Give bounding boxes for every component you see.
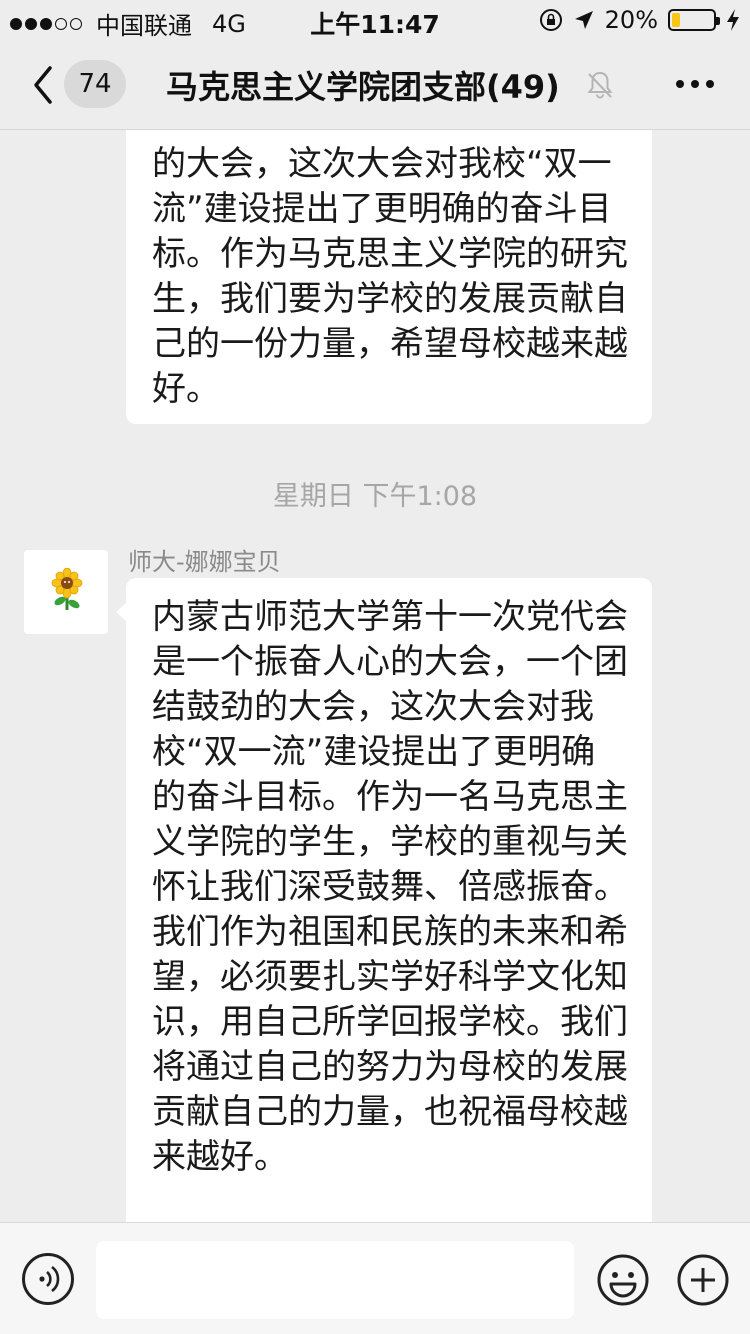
message-input[interactable] xyxy=(96,1241,574,1319)
chat-screen: 中国联通 4G 上午11:47 20% 74 马克思主义学院团支部(49) 的大… xyxy=(0,0,750,1334)
message-text: 内蒙古师范大学第十一次党代会是一个振奋人心的大会，一个团结鼓劲的大会，这次大会对… xyxy=(152,597,628,1177)
input-bar xyxy=(0,1222,750,1334)
chat-header: 74 马克思主义学院团支部(49) xyxy=(0,40,750,130)
status-bar: 中国联通 4G 上午11:47 20% xyxy=(0,0,750,40)
rotation-lock-icon xyxy=(539,9,562,31)
plus-icon[interactable] xyxy=(676,1253,730,1307)
chevron-left-icon[interactable] xyxy=(28,62,58,108)
battery-percent: 20% xyxy=(604,6,658,34)
battery-icon xyxy=(668,9,720,31)
message-bubble: 内蒙古师范大学第十一次党代会是一个振奋人心的大会，一个团结鼓劲的大会，这次大会对… xyxy=(116,578,652,1238)
avatar[interactable] xyxy=(24,550,108,634)
sender-name: 师大-娜娜宝贝 xyxy=(128,548,281,576)
message-text: 的大会，这次大会对我校“双一流”建设提出了更明确的奋斗目标。作为马克思主义学院的… xyxy=(152,144,628,409)
smiley-icon[interactable] xyxy=(596,1253,650,1307)
voice-icon xyxy=(39,1265,60,1293)
location-arrow-icon xyxy=(574,11,593,29)
voice-button[interactable] xyxy=(22,1253,74,1305)
more-dots-icon[interactable] xyxy=(676,72,716,96)
time-divider: 星期日 下午1:08 xyxy=(272,481,478,512)
chat-title: 马克思主义学院团支部(49) xyxy=(166,68,560,106)
charging-bolt-icon xyxy=(727,9,739,31)
sunflower-icon xyxy=(51,568,83,610)
message-bubble: 的大会，这次大会对我校“双一流”建设提出了更明确的奋斗目标。作为马克思主义学院的… xyxy=(126,96,652,424)
unread-count-badge[interactable]: 74 xyxy=(64,60,126,108)
bell-muted-icon xyxy=(587,71,613,99)
